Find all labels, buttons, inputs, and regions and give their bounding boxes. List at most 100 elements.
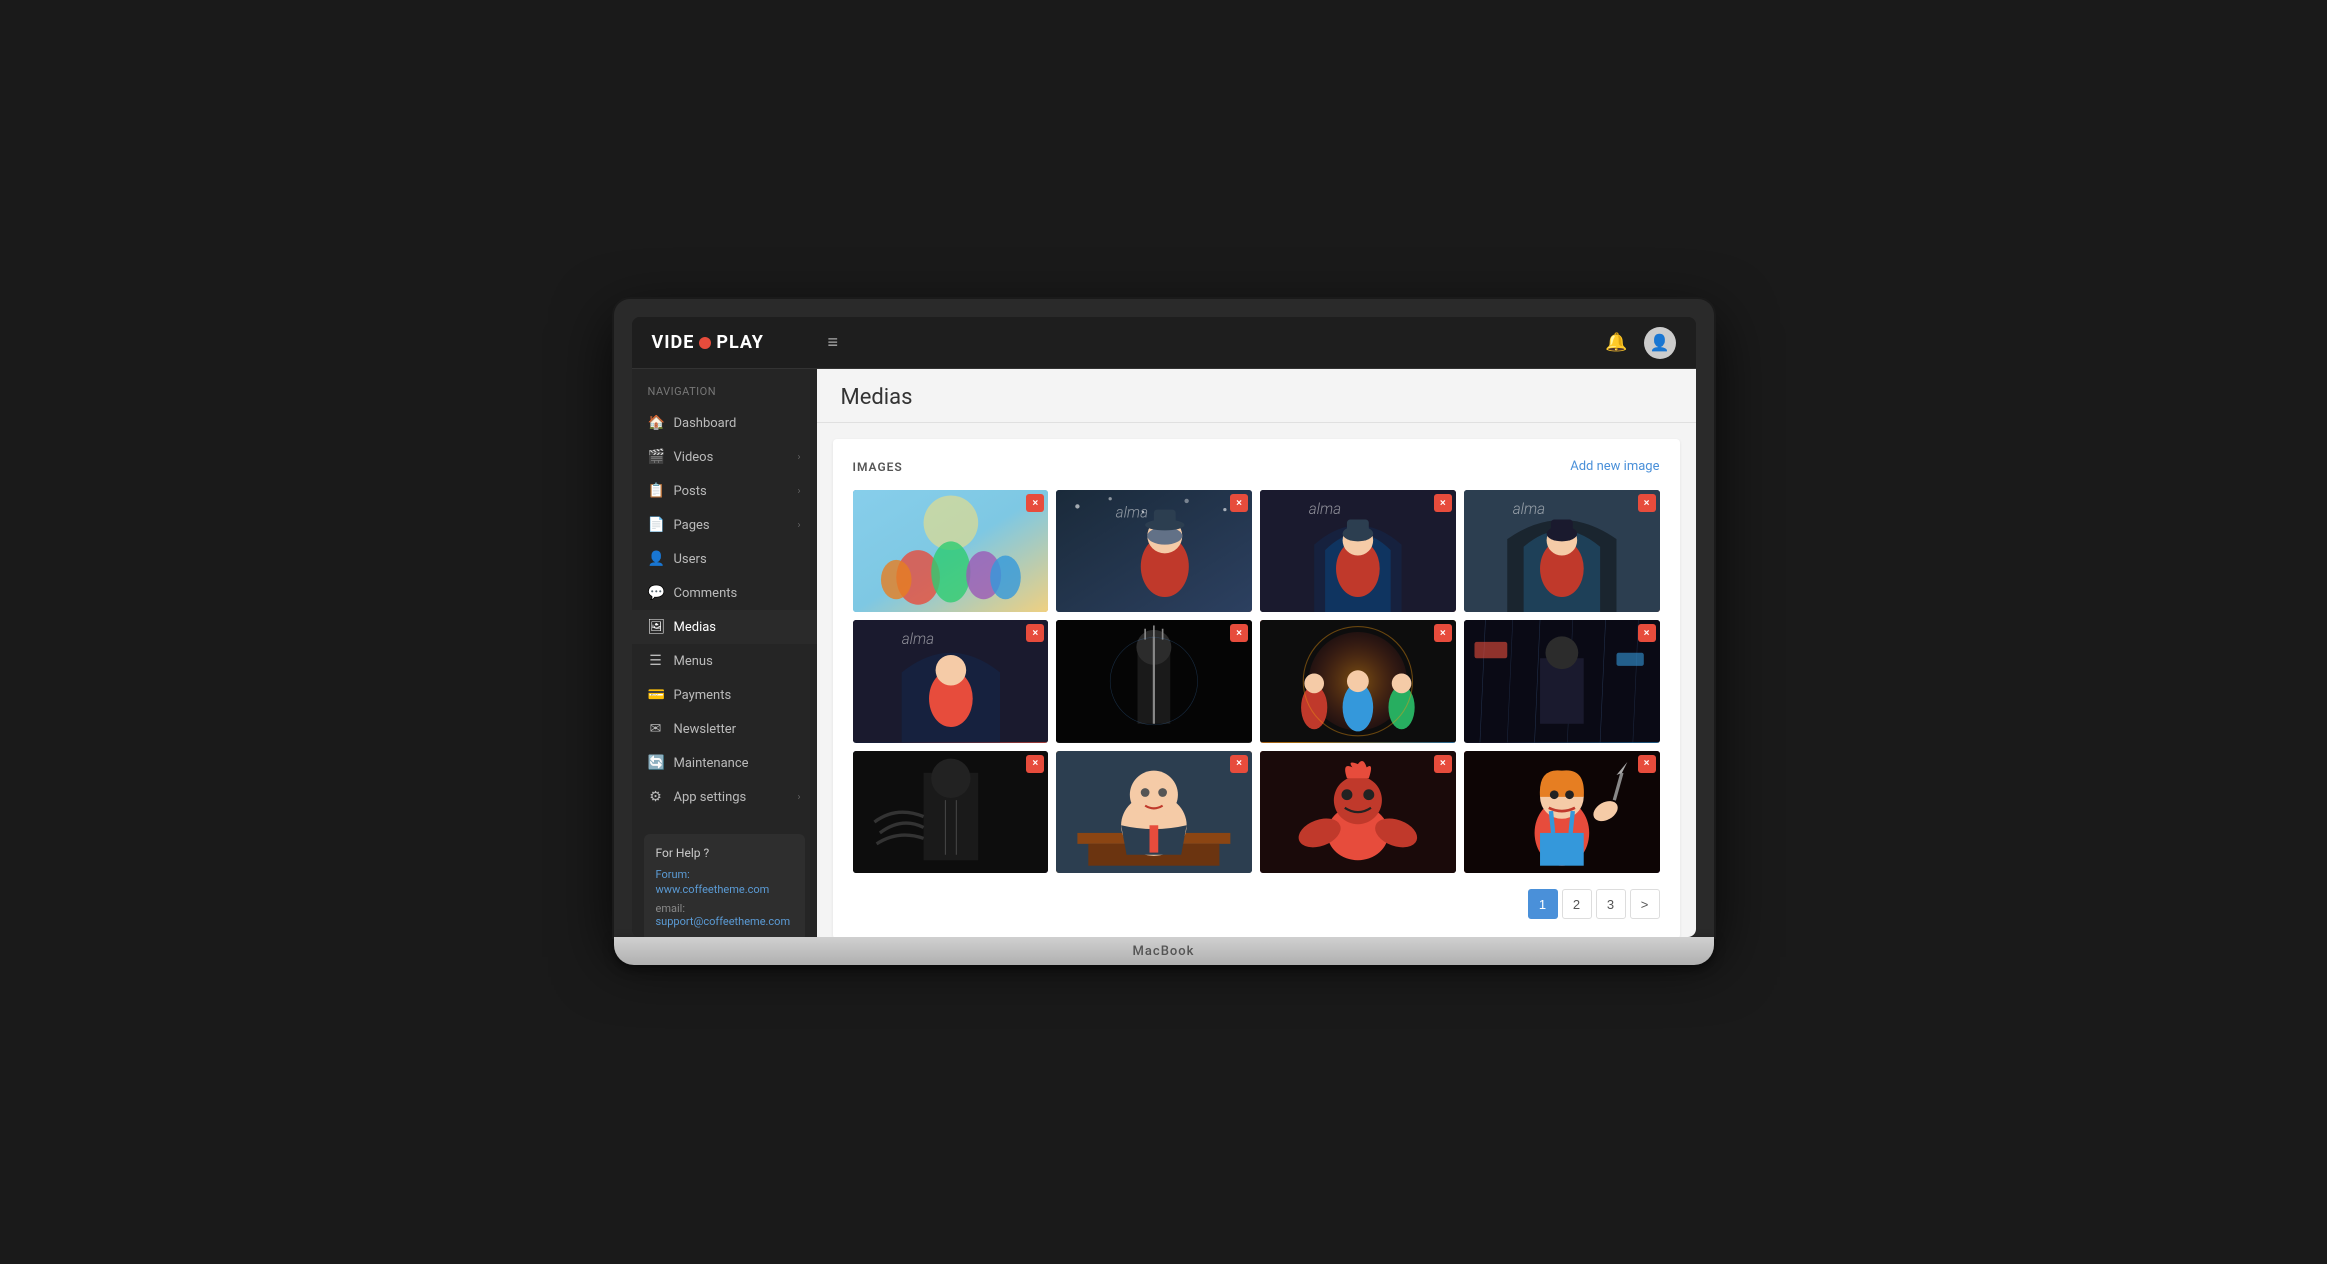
image-close-button[interactable]: ×: [1026, 755, 1044, 773]
sidebar-item-label: App settings: [674, 790, 747, 805]
image-grid: ×: [853, 490, 1660, 873]
image-close-button[interactable]: ×: [1434, 494, 1452, 512]
chevron-right-icon: ›: [797, 486, 800, 497]
comments-icon: 💬: [648, 585, 664, 601]
sidebar-item-payments[interactable]: 💳 Payments: [632, 678, 817, 712]
forum-label: Forum:: [656, 868, 793, 881]
image-close-button[interactable]: ×: [1434, 624, 1452, 642]
sidebar-item-label: Payments: [674, 688, 732, 703]
sidebar-item-videos[interactable]: 🎬 Videos ›: [632, 440, 817, 474]
image-close-button[interactable]: ×: [1638, 755, 1656, 773]
bell-icon[interactable]: 🔔: [1605, 332, 1627, 353]
sidebar-item-posts[interactable]: 📋 Posts ›: [632, 474, 817, 508]
image-cell[interactable]: alma ×: [1056, 490, 1252, 612]
email-value[interactable]: support@coffeetheme.com: [656, 915, 793, 928]
image-close-button[interactable]: ×: [1638, 624, 1656, 642]
avatar[interactable]: 👤: [1644, 327, 1676, 359]
video-icon: 🎬: [648, 449, 664, 465]
settings-icon: ⚙: [648, 789, 664, 805]
medias-icon: 🖼: [648, 619, 664, 635]
users-icon: 👤: [648, 551, 664, 567]
section-header: IMAGES Add new image: [853, 459, 1660, 474]
sidebar-item-app-settings[interactable]: ⚙ App settings ›: [632, 780, 817, 814]
image-cell[interactable]: ×: [1056, 751, 1252, 873]
sidebar-help: For Help ? Forum: www.coffeetheme.com em…: [644, 834, 805, 937]
image-cell[interactable]: alma ×: [1260, 490, 1456, 612]
sidebar-item-pages[interactable]: 📄 Pages ›: [632, 508, 817, 542]
image-cell[interactable]: ×: [1260, 620, 1456, 742]
logo-text-after: PLAY: [716, 332, 764, 353]
main-layout: Navigation 🏠 Dashboard 🎬 Videos › 📋 Post…: [632, 369, 1696, 937]
image-cell[interactable]: alma ×: [853, 620, 1049, 742]
sidebar-item-label: Maintenance: [674, 756, 749, 771]
sidebar-item-label: Pages: [674, 518, 710, 533]
menus-icon: ☰: [648, 653, 664, 669]
macbook-label: MacBook: [1133, 944, 1195, 959]
sidebar: Navigation 🏠 Dashboard 🎬 Videos › 📋 Post…: [632, 369, 817, 937]
sidebar-item-dashboard[interactable]: 🏠 Dashboard: [632, 406, 817, 440]
payments-icon: 💳: [648, 687, 664, 703]
chevron-right-icon: ›: [797, 520, 800, 531]
laptop-frame: VIDE PLAY ≡ 🔔 👤 Navigation 🏠 Dashb: [614, 299, 1714, 965]
help-title: For Help ?: [656, 846, 793, 860]
page-next-button[interactable]: >: [1630, 889, 1660, 919]
image-cell[interactable]: ×: [1260, 751, 1456, 873]
content-area: Medias IMAGES Add new image: [817, 369, 1696, 937]
sidebar-item-label: Users: [674, 552, 707, 567]
image-cell[interactable]: ×: [1056, 620, 1252, 742]
sidebar-item-menus[interactable]: ☰ Menus: [632, 644, 817, 678]
laptop-bottom: MacBook: [614, 937, 1714, 965]
image-close-button[interactable]: ×: [1230, 494, 1248, 512]
sidebar-item-medias[interactable]: 🖼 Medias: [632, 610, 817, 644]
home-icon: 🏠: [648, 415, 664, 431]
image-close-button[interactable]: ×: [1026, 624, 1044, 642]
forum-url[interactable]: www.coffeetheme.com: [656, 883, 793, 896]
page-1-button[interactable]: 1: [1528, 889, 1558, 919]
image-close-button[interactable]: ×: [1230, 755, 1248, 773]
image-close-button[interactable]: ×: [1026, 494, 1044, 512]
add-new-image-link[interactable]: Add new image: [1570, 459, 1659, 474]
maintenance-icon: 🔄: [648, 755, 664, 771]
screen-bezel: VIDE PLAY ≡ 🔔 👤 Navigation 🏠 Dashb: [614, 299, 1714, 937]
sidebar-item-comments[interactable]: 💬 Comments: [632, 576, 817, 610]
svg-text:alma: alma: [1512, 500, 1544, 518]
sidebar-item-newsletter[interactable]: ✉ Newsletter: [632, 712, 817, 746]
page-title: Medias: [841, 385, 1672, 410]
top-navbar: VIDE PLAY ≡ 🔔 👤: [632, 317, 1696, 369]
images-section-title: IMAGES: [853, 460, 903, 474]
page-2-button[interactable]: 2: [1562, 889, 1592, 919]
page-header: Medias: [817, 369, 1696, 423]
logo-text-before: VIDE: [652, 332, 695, 353]
image-cell[interactable]: alma ×: [1464, 490, 1660, 612]
svg-text:alma: alma: [1309, 500, 1341, 518]
sidebar-nav-label: Navigation: [632, 385, 817, 406]
logo-dot-icon: [699, 337, 711, 349]
chevron-right-icon: ›: [797, 792, 800, 803]
logo: VIDE PLAY: [652, 332, 812, 353]
hamburger-button[interactable]: ≡: [822, 326, 845, 359]
email-label: email:: [656, 902, 793, 915]
sidebar-item-label: Menus: [674, 654, 713, 669]
laptop-screen: VIDE PLAY ≡ 🔔 👤 Navigation 🏠 Dashb: [632, 317, 1696, 937]
sidebar-item-label: Posts: [674, 484, 707, 499]
sidebar-item-maintenance[interactable]: 🔄 Maintenance: [632, 746, 817, 780]
svg-text:alma: alma: [1116, 503, 1148, 521]
image-cell[interactable]: ×: [853, 490, 1049, 612]
sidebar-item-users[interactable]: 👤 Users: [632, 542, 817, 576]
page-3-button[interactable]: 3: [1596, 889, 1626, 919]
sidebar-item-label: Videos: [674, 450, 714, 465]
image-cell[interactable]: ×: [853, 751, 1049, 873]
svg-text:alma: alma: [901, 630, 933, 648]
chevron-right-icon: ›: [797, 452, 800, 463]
image-close-button[interactable]: ×: [1230, 624, 1248, 642]
sidebar-item-label: Medias: [674, 620, 717, 635]
sidebar-item-label: Comments: [674, 586, 738, 601]
posts-icon: 📋: [648, 483, 664, 499]
images-section: IMAGES Add new image: [833, 439, 1680, 937]
pages-icon: 📄: [648, 517, 664, 533]
image-close-button[interactable]: ×: [1638, 494, 1656, 512]
image-close-button[interactable]: ×: [1434, 755, 1452, 773]
image-cell[interactable]: ×: [1464, 751, 1660, 873]
image-cell[interactable]: ×: [1464, 620, 1660, 742]
pagination: 1 2 3 >: [853, 889, 1660, 919]
